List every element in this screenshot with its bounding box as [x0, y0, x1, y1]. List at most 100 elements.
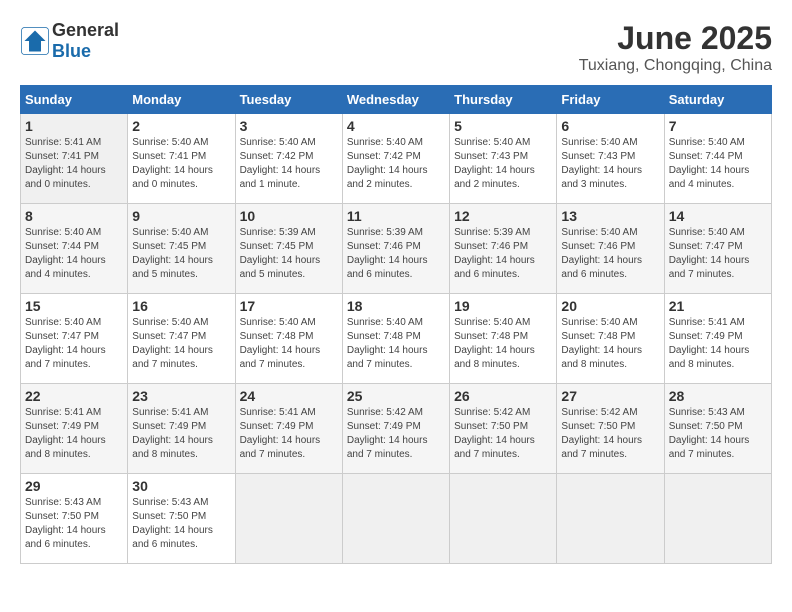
day-info: Sunrise: 5:40 AMSunset: 7:45 PMDaylight:… — [132, 226, 230, 282]
day-info: Sunrise: 5:43 AMSunset: 7:50 PMDaylight:… — [25, 496, 123, 552]
day-info: Sunrise: 5:40 AMSunset: 7:43 PMDaylight:… — [454, 136, 552, 192]
calendar-cell: 10 Sunrise: 5:39 AMSunset: 7:45 PMDaylig… — [235, 204, 342, 294]
header-tuesday: Tuesday — [235, 86, 342, 114]
header-saturday: Saturday — [664, 86, 771, 114]
calendar-cell: 17 Sunrise: 5:40 AMSunset: 7:48 PMDaylig… — [235, 294, 342, 384]
calendar-row-2: 8 Sunrise: 5:40 AMSunset: 7:44 PMDayligh… — [21, 204, 772, 294]
day-number: 27 — [561, 388, 659, 404]
calendar-cell: 26 Sunrise: 5:42 AMSunset: 7:50 PMDaylig… — [450, 384, 557, 474]
location-title: Tuxiang, Chongqing, China — [579, 57, 772, 75]
calendar-cell: 4 Sunrise: 5:40 AMSunset: 7:42 PMDayligh… — [342, 114, 449, 204]
day-info: Sunrise: 5:40 AMSunset: 7:47 PMDaylight:… — [25, 316, 123, 372]
logo: General Blue — [20, 20, 119, 62]
day-number: 15 — [25, 298, 123, 314]
day-info: Sunrise: 5:39 AMSunset: 7:45 PMDaylight:… — [240, 226, 338, 282]
day-info: Sunrise: 5:40 AMSunset: 7:42 PMDaylight:… — [347, 136, 445, 192]
day-number: 9 — [132, 208, 230, 224]
calendar-cell: 9 Sunrise: 5:40 AMSunset: 7:45 PMDayligh… — [128, 204, 235, 294]
day-info: Sunrise: 5:40 AMSunset: 7:48 PMDaylight:… — [240, 316, 338, 372]
day-number: 5 — [454, 118, 552, 134]
empty-cell — [235, 474, 342, 564]
day-number: 22 — [25, 388, 123, 404]
calendar-cell: 5 Sunrise: 5:40 AMSunset: 7:43 PMDayligh… — [450, 114, 557, 204]
day-info: Sunrise: 5:41 AMSunset: 7:49 PMDaylight:… — [240, 406, 338, 462]
day-number: 26 — [454, 388, 552, 404]
calendar-cell: 12 Sunrise: 5:39 AMSunset: 7:46 PMDaylig… — [450, 204, 557, 294]
day-info: Sunrise: 5:40 AMSunset: 7:44 PMDaylight:… — [25, 226, 123, 282]
day-info: Sunrise: 5:40 AMSunset: 7:48 PMDaylight:… — [347, 316, 445, 372]
day-number: 20 — [561, 298, 659, 314]
logo-blue: Blue — [52, 41, 91, 61]
empty-cell: 1 Sunrise: 5:41 AMSunset: 7:41 PMDayligh… — [21, 114, 128, 204]
calendar-cell: 11 Sunrise: 5:39 AMSunset: 7:46 PMDaylig… — [342, 204, 449, 294]
day-info: Sunrise: 5:40 AMSunset: 7:46 PMDaylight:… — [561, 226, 659, 282]
day-number: 14 — [669, 208, 767, 224]
header-thursday: Thursday — [450, 86, 557, 114]
day-info: Sunrise: 5:40 AMSunset: 7:47 PMDaylight:… — [669, 226, 767, 282]
day-info: Sunrise: 5:39 AMSunset: 7:46 PMDaylight:… — [347, 226, 445, 282]
day-info: Sunrise: 5:42 AMSunset: 7:50 PMDaylight:… — [454, 406, 552, 462]
calendar-cell: 18 Sunrise: 5:40 AMSunset: 7:48 PMDaylig… — [342, 294, 449, 384]
calendar-cell: 13 Sunrise: 5:40 AMSunset: 7:46 PMDaylig… — [557, 204, 664, 294]
logo-general: General — [52, 20, 119, 40]
day-number: 10 — [240, 208, 338, 224]
day-info: Sunrise: 5:40 AMSunset: 7:48 PMDaylight:… — [561, 316, 659, 372]
calendar-cell: 23 Sunrise: 5:41 AMSunset: 7:49 PMDaylig… — [128, 384, 235, 474]
calendar-row-1: 1 Sunrise: 5:41 AMSunset: 7:41 PMDayligh… — [21, 114, 772, 204]
day-info: Sunrise: 5:41 AMSunset: 7:41 PMDaylight:… — [25, 136, 123, 192]
day-number: 29 — [25, 478, 123, 494]
day-number: 4 — [347, 118, 445, 134]
calendar-cell: 19 Sunrise: 5:40 AMSunset: 7:48 PMDaylig… — [450, 294, 557, 384]
logo-icon — [20, 26, 50, 56]
day-number: 28 — [669, 388, 767, 404]
calendar-row-3: 15 Sunrise: 5:40 AMSunset: 7:47 PMDaylig… — [21, 294, 772, 384]
day-number: 2 — [132, 118, 230, 134]
day-info: Sunrise: 5:40 AMSunset: 7:43 PMDaylight:… — [561, 136, 659, 192]
empty-cell — [342, 474, 449, 564]
calendar-cell: 6 Sunrise: 5:40 AMSunset: 7:43 PMDayligh… — [557, 114, 664, 204]
day-number: 19 — [454, 298, 552, 314]
day-info: Sunrise: 5:40 AMSunset: 7:41 PMDaylight:… — [132, 136, 230, 192]
calendar-cell: 15 Sunrise: 5:40 AMSunset: 7:47 PMDaylig… — [21, 294, 128, 384]
day-number: 16 — [132, 298, 230, 314]
day-number: 25 — [347, 388, 445, 404]
calendar-cell: 7 Sunrise: 5:40 AMSunset: 7:44 PMDayligh… — [664, 114, 771, 204]
calendar-cell: 22 Sunrise: 5:41 AMSunset: 7:49 PMDaylig… — [21, 384, 128, 474]
day-number: 7 — [669, 118, 767, 134]
day-number: 23 — [132, 388, 230, 404]
month-title: June 2025 — [579, 20, 772, 57]
calendar-cell: 21 Sunrise: 5:41 AMSunset: 7:49 PMDaylig… — [664, 294, 771, 384]
day-info: Sunrise: 5:39 AMSunset: 7:46 PMDaylight:… — [454, 226, 552, 282]
calendar-cell: 3 Sunrise: 5:40 AMSunset: 7:42 PMDayligh… — [235, 114, 342, 204]
calendar-cell: 28 Sunrise: 5:43 AMSunset: 7:50 PMDaylig… — [664, 384, 771, 474]
calendar-table: Sunday Monday Tuesday Wednesday Thursday… — [20, 85, 772, 564]
day-number: 12 — [454, 208, 552, 224]
header-monday: Monday — [128, 86, 235, 114]
calendar-cell: 25 Sunrise: 5:42 AMSunset: 7:49 PMDaylig… — [342, 384, 449, 474]
day-info: Sunrise: 5:42 AMSunset: 7:49 PMDaylight:… — [347, 406, 445, 462]
calendar-cell: 16 Sunrise: 5:40 AMSunset: 7:47 PMDaylig… — [128, 294, 235, 384]
page-header: General Blue June 2025 Tuxiang, Chongqin… — [20, 20, 772, 75]
day-info: Sunrise: 5:43 AMSunset: 7:50 PMDaylight:… — [669, 406, 767, 462]
day-number: 8 — [25, 208, 123, 224]
weekday-header-row: Sunday Monday Tuesday Wednesday Thursday… — [21, 86, 772, 114]
calendar-row-5: 29 Sunrise: 5:43 AMSunset: 7:50 PMDaylig… — [21, 474, 772, 564]
day-number: 11 — [347, 208, 445, 224]
day-info: Sunrise: 5:40 AMSunset: 7:47 PMDaylight:… — [132, 316, 230, 372]
calendar-cell: 29 Sunrise: 5:43 AMSunset: 7:50 PMDaylig… — [21, 474, 128, 564]
day-info: Sunrise: 5:41 AMSunset: 7:49 PMDaylight:… — [25, 406, 123, 462]
logo-text: General Blue — [52, 20, 119, 62]
day-info: Sunrise: 5:43 AMSunset: 7:50 PMDaylight:… — [132, 496, 230, 552]
header-friday: Friday — [557, 86, 664, 114]
day-number: 18 — [347, 298, 445, 314]
empty-cell — [664, 474, 771, 564]
day-number: 13 — [561, 208, 659, 224]
calendar-cell: 8 Sunrise: 5:40 AMSunset: 7:44 PMDayligh… — [21, 204, 128, 294]
day-info: Sunrise: 5:40 AMSunset: 7:42 PMDaylight:… — [240, 136, 338, 192]
calendar-cell: 24 Sunrise: 5:41 AMSunset: 7:49 PMDaylig… — [235, 384, 342, 474]
day-number: 1 — [25, 118, 123, 134]
calendar-cell: 20 Sunrise: 5:40 AMSunset: 7:48 PMDaylig… — [557, 294, 664, 384]
header-sunday: Sunday — [21, 86, 128, 114]
calendar-row-4: 22 Sunrise: 5:41 AMSunset: 7:49 PMDaylig… — [21, 384, 772, 474]
day-info: Sunrise: 5:40 AMSunset: 7:48 PMDaylight:… — [454, 316, 552, 372]
